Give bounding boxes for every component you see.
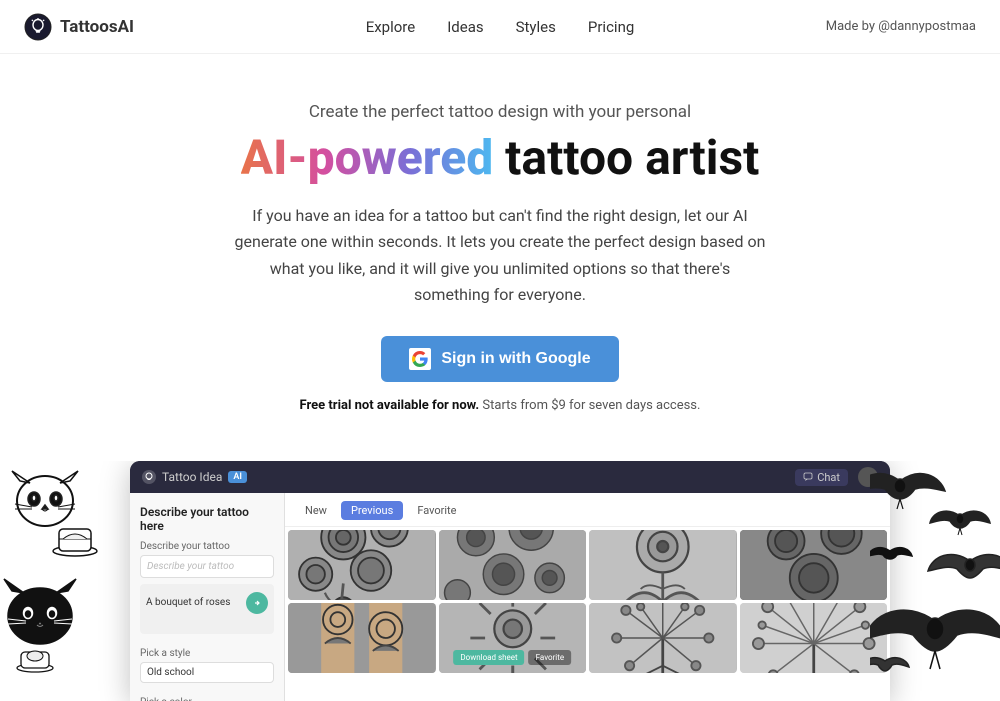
app-title-right: Chat (795, 467, 878, 487)
hero-description: If you have an idea for a tattoo but can… (230, 203, 770, 309)
google-icon (409, 348, 431, 370)
nav-ideas[interactable]: Ideas (447, 18, 483, 36)
color-label: Pick a color (140, 697, 274, 701)
app-title-text: Tattoo Idea (162, 470, 222, 484)
logo-icon (24, 13, 52, 41)
logo[interactable]: TattoosAI (24, 13, 134, 41)
input-value: A bouquet of roses (146, 597, 230, 608)
tattoo-image-8 (740, 603, 888, 673)
hero-subtitle: Create the perfect tattoo design with yo… (20, 102, 980, 122)
tattoo-image-2 (439, 530, 587, 600)
tattoo-image-3 (589, 530, 737, 600)
app-logo-icon (142, 470, 156, 484)
hero-section: Create the perfect tattoo design with yo… (0, 54, 1000, 461)
app-chat-button[interactable]: Chat (795, 469, 848, 486)
app-tabs: New Previous Favorite (285, 493, 890, 527)
tattoo-image-7 (589, 603, 737, 673)
style-section: Pick a style Old school (140, 648, 274, 683)
color-section: Pick a color Black and white (140, 697, 274, 701)
right-decorative-art (870, 461, 1000, 701)
image-grid: Download sheet Favorite (285, 527, 890, 676)
navbar: TattoosAI Explore Ideas Styles Pricing M… (0, 0, 1000, 54)
app-mockup: Tattoo Idea AI Chat Describe your tattoo… (130, 461, 890, 701)
describe-label: Describe your tattoo (140, 541, 274, 552)
hero-title: AI-powered tattoo artist (20, 132, 980, 185)
describe-placeholder: Describe your tattoo (140, 555, 274, 578)
image-action-overlay: Download sheet Favorite (453, 650, 571, 665)
style-label: Pick a style (140, 648, 274, 659)
generate-icon (251, 597, 263, 609)
nav-links: Explore Ideas Styles Pricing (366, 18, 635, 36)
tab-favorite[interactable]: Favorite (407, 501, 466, 520)
app-preview-area: Tattoo Idea AI Chat Describe your tattoo… (0, 461, 1000, 701)
nav-styles[interactable]: Styles (516, 18, 556, 36)
nav-pricing[interactable]: Pricing (588, 18, 634, 36)
google-btn-label: Sign in with Google (441, 350, 590, 368)
app-title-left: Tattoo Idea AI (142, 470, 247, 484)
tab-previous[interactable]: Previous (341, 501, 403, 520)
download-button[interactable]: Download sheet (453, 650, 524, 665)
ai-powered-text: AI-powered (241, 129, 494, 186)
favorite-button[interactable]: Favorite (529, 650, 571, 665)
style-select[interactable]: Old school (140, 662, 274, 683)
made-by: Made by @dannypostmaa (826, 19, 976, 34)
app-ai-badge: AI (228, 471, 247, 483)
nav-explore[interactable]: Explore (366, 18, 416, 36)
tattoo-image-6: Download sheet Favorite (439, 603, 587, 673)
tattoo-image-5 (288, 603, 436, 673)
logo-text: TattoosAI (60, 17, 134, 37)
app-sidebar: Describe your tattoo here Describe your … (130, 493, 285, 701)
google-signin-button[interactable]: Sign in with Google (381, 336, 618, 382)
tattoo-image-1 (288, 530, 436, 600)
chat-icon (803, 472, 813, 482)
tab-new[interactable]: New (295, 501, 337, 520)
trial-notice: Free trial not available for now. Starts… (300, 398, 701, 413)
sidebar-title: Describe your tattoo here (140, 505, 274, 533)
app-main-content: New Previous Favorite (285, 493, 890, 701)
tattoo-image-4 (740, 530, 888, 600)
tattoo-artist-text: tattoo artist (493, 129, 759, 186)
left-decorative-art (0, 461, 140, 701)
app-body: Describe your tattoo here Describe your … (130, 493, 890, 701)
generate-button[interactable] (246, 592, 268, 614)
app-titlebar: Tattoo Idea AI Chat (130, 461, 890, 493)
